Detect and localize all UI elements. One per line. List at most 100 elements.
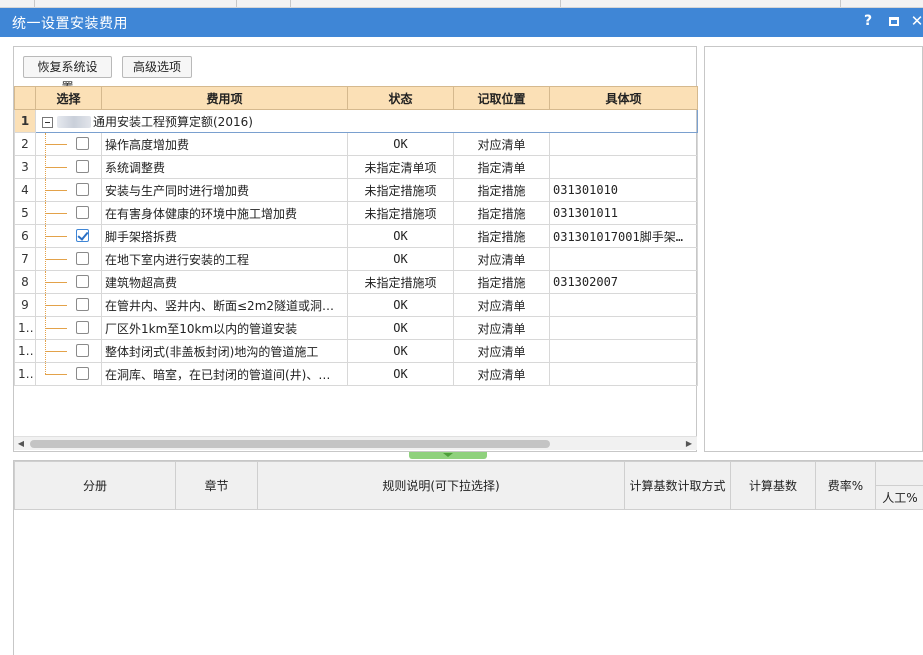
fee-item-cell[interactable]: 安装与生产同时进行增加费 [101, 178, 348, 202]
table-row[interactable]: 12 在洞库、暗室，在已封闭的管道间(井)、… OK 对应清单 [14, 362, 698, 386]
position-cell[interactable]: 对应清单 [453, 362, 550, 386]
fee-item-cell[interactable]: 操作高度增加费 [101, 132, 348, 156]
fee-item-cell[interactable]: 在管井内、竖井内、断面≤2m2隧道或洞内… [101, 293, 348, 317]
detail-cell[interactable] [549, 132, 698, 156]
status-cell[interactable]: 未指定措施项 [347, 178, 454, 202]
select-cell[interactable] [35, 178, 102, 202]
position-cell[interactable]: 指定措施 [453, 270, 550, 294]
select-cell[interactable] [35, 132, 102, 156]
detail-cell[interactable] [549, 362, 698, 386]
status-cell[interactable]: OK [347, 224, 454, 248]
checkbox[interactable] [76, 252, 89, 265]
fee-item-cell[interactable]: 厂区外1km至10km以内的管道安装 [101, 316, 348, 340]
select-cell[interactable] [35, 316, 102, 340]
status-cell[interactable]: OK [347, 247, 454, 271]
fee-item-cell[interactable]: 在有害身体健康的环境中施工增加费 [101, 201, 348, 225]
horizontal-scrollbar[interactable]: ◀ ▶ [14, 436, 697, 450]
group-cell[interactable]: 通用安装工程预算定额(2016) [35, 109, 698, 133]
position-cell[interactable]: 指定措施 [453, 178, 550, 202]
fee-item-cell[interactable]: 系统调整费 [101, 155, 348, 179]
table-row[interactable]: 2 操作高度增加费 OK 对应清单 [14, 132, 698, 156]
table-row[interactable]: 4 安装与生产同时进行增加费 未指定措施项 指定措施 031301010 [14, 178, 698, 202]
detail-cell[interactable] [549, 155, 698, 179]
scroll-left-arrow-icon[interactable]: ◀ [14, 437, 28, 451]
header-detail[interactable]: 具体项 [549, 86, 698, 110]
status-cell[interactable]: 未指定措施项 [347, 270, 454, 294]
status-cell[interactable]: OK [347, 132, 454, 156]
checkbox[interactable] [76, 183, 89, 196]
table-row[interactable]: 7 在地下室内进行安装的工程 OK 对应清单 [14, 247, 698, 271]
header-position[interactable]: 记取位置 [453, 86, 550, 110]
header-rate[interactable]: 费率% [815, 461, 876, 510]
fee-item-cell[interactable]: 建筑物超高费 [101, 270, 348, 294]
checkbox-checked[interactable] [76, 229, 89, 242]
checkbox[interactable] [76, 321, 89, 334]
status-cell[interactable]: 未指定清单项 [347, 155, 454, 179]
table-row[interactable]: 11 整体封闭式(非盖板封闭)地沟的管道施工 OK 对应清单 [14, 339, 698, 363]
detail-cell[interactable]: 031301010 [549, 178, 698, 202]
table-row[interactable]: 9 在管井内、竖井内、断面≤2m2隧道或洞内… OK 对应清单 [14, 293, 698, 317]
status-cell[interactable]: OK [347, 316, 454, 340]
detail-cell[interactable]: 031302007 [549, 270, 698, 294]
panel-splitter-handle[interactable] [409, 452, 487, 459]
header-base-method[interactable]: 计算基数计取方式 [624, 461, 731, 510]
checkbox[interactable] [76, 344, 89, 357]
fee-item-cell[interactable]: 在地下室内进行安装的工程 [101, 247, 348, 271]
checkbox[interactable] [76, 367, 89, 380]
advanced-options-button[interactable]: 高级选项 [122, 56, 192, 78]
header-base[interactable]: 计算基数 [730, 461, 816, 510]
select-cell[interactable] [35, 293, 102, 317]
maximize-button[interactable] [884, 11, 904, 31]
select-cell[interactable] [35, 155, 102, 179]
group-row[interactable]: 1 通用安装工程预算定额(2016) [14, 109, 698, 133]
header-select[interactable]: 选择 [35, 86, 102, 110]
detail-cell[interactable] [549, 316, 698, 340]
header-status[interactable]: 状态 [347, 86, 454, 110]
detail-cell[interactable] [549, 247, 698, 271]
table-row[interactable]: 8 建筑物超高费 未指定措施项 指定措施 031302007 [14, 270, 698, 294]
fee-item-cell[interactable]: 脚手架搭拆费 [101, 224, 348, 248]
status-cell[interactable]: 未指定措施项 [347, 201, 454, 225]
select-cell[interactable] [35, 362, 102, 386]
close-button[interactable]: ✕ [907, 11, 923, 31]
fee-item-cell[interactable]: 整体封闭式(非盖板封闭)地沟的管道施工 [101, 339, 348, 363]
checkbox[interactable] [76, 160, 89, 173]
select-cell[interactable] [35, 270, 102, 294]
status-cell[interactable]: OK [347, 339, 454, 363]
help-button[interactable]: ? [858, 11, 878, 31]
detail-cell[interactable] [549, 339, 698, 363]
table-row[interactable]: 10 厂区外1km至10km以内的管道安装 OK 对应清单 [14, 316, 698, 340]
collapse-icon[interactable] [42, 116, 53, 128]
header-fee-item[interactable]: 费用项 [101, 86, 348, 110]
position-cell[interactable]: 指定措施 [453, 224, 550, 248]
select-cell[interactable] [35, 201, 102, 225]
select-cell[interactable] [35, 339, 102, 363]
header-rule-description[interactable]: 规则说明(可下拉选择) [257, 461, 625, 510]
position-cell[interactable]: 对应清单 [453, 132, 550, 156]
header-labor-rate[interactable]: 人工% [875, 485, 923, 510]
restore-defaults-button[interactable]: 恢复系统设置 [23, 56, 112, 94]
checkbox[interactable] [76, 206, 89, 219]
checkbox[interactable] [76, 275, 89, 288]
table-row[interactable]: 3 系统调整费 未指定清单项 指定清单 [14, 155, 698, 179]
select-cell[interactable] [35, 224, 102, 248]
detail-cell[interactable]: 031301017001脚手架搭拆 [549, 224, 698, 248]
header-volume[interactable]: 分册 [14, 461, 176, 510]
status-cell[interactable]: OK [347, 362, 454, 386]
position-cell[interactable]: 对应清单 [453, 316, 550, 340]
select-cell[interactable] [35, 247, 102, 271]
table-row[interactable]: 6 脚手架搭拆费 OK 指定措施 031301017001脚手架搭拆 [14, 224, 698, 248]
detail-cell[interactable]: 031301011 [549, 201, 698, 225]
position-cell[interactable]: 对应清单 [453, 247, 550, 271]
detail-cell[interactable] [549, 293, 698, 317]
status-cell[interactable]: OK [347, 293, 454, 317]
scroll-right-arrow-icon[interactable]: ▶ [682, 437, 696, 451]
table-row[interactable]: 5 在有害身体健康的环境中施工增加费 未指定措施项 指定措施 031301011 [14, 201, 698, 225]
position-cell[interactable]: 指定措施 [453, 201, 550, 225]
checkbox[interactable] [76, 298, 89, 311]
position-cell[interactable]: 指定清单 [453, 155, 550, 179]
position-cell[interactable]: 对应清单 [453, 339, 550, 363]
header-chapter[interactable]: 章节 [175, 461, 258, 510]
scrollbar-thumb[interactable] [30, 440, 550, 448]
fee-item-cell[interactable]: 在洞库、暗室，在已封闭的管道间(井)、… [101, 362, 348, 386]
